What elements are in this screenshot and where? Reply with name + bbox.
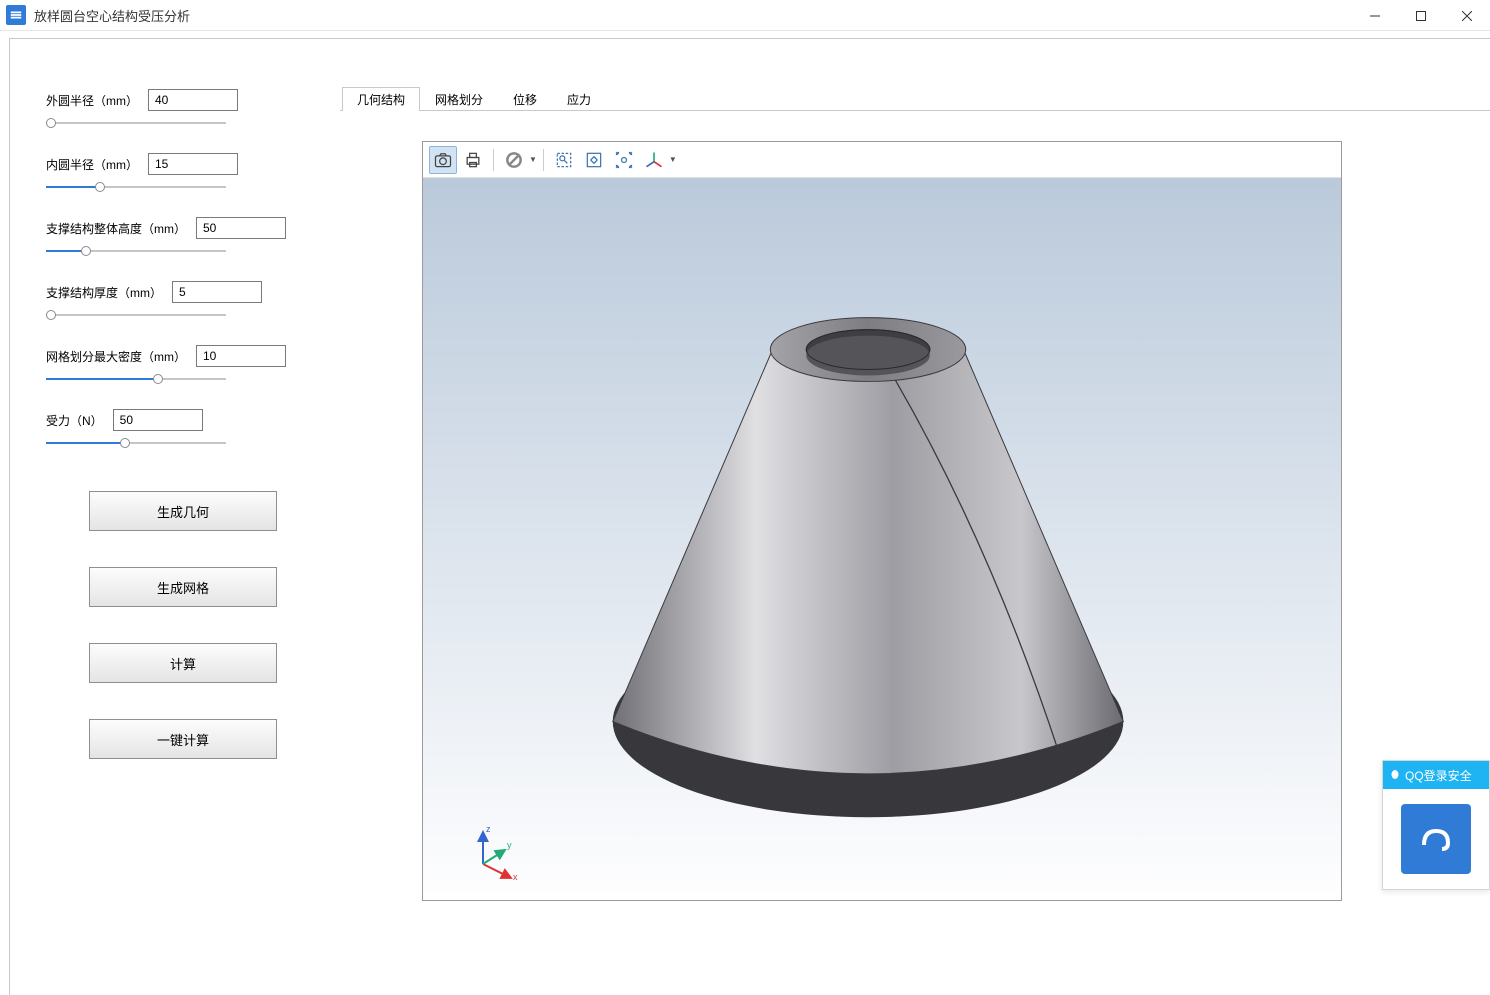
toolbar-separator [493,149,494,171]
param-input[interactable] [113,409,203,431]
window-title: 放样圆台空心结构受压分析 [34,6,190,25]
titlebar: 放样圆台空心结构受压分析 [0,0,1490,31]
fit-tool[interactable] [580,146,608,174]
tab-位移[interactable]: 位移 [498,87,552,111]
param-group: 外圆半径（mm） [46,89,320,131]
param-label: 网格划分最大密度（mm） [46,348,186,365]
param-label: 支撑结构厚度（mm） [46,284,162,301]
param-label: 支撑结构整体高度（mm） [46,220,186,237]
sidebar: 外圆半径（mm） 内圆半径（mm） 支撑结构整体高度（mm） 支撑结构厚度（ [10,39,340,995]
qq-penguin-icon [1389,769,1401,781]
svg-text:z: z [486,824,491,834]
svg-text:y: y [507,840,512,850]
param-slider[interactable] [46,115,226,131]
zoom-box-tool[interactable] [550,146,578,174]
svg-text:x: x [513,872,518,882]
param-slider[interactable] [46,243,226,259]
clear-tool-dropdown[interactable]: ▼ [500,146,537,174]
app-icon [6,5,26,25]
param-label: 受力（N） [46,412,103,429]
main-panel: 几何结构网格划分位移应力 [340,39,1490,995]
param-group: 内圆半径（mm） [46,153,320,195]
param-input[interactable] [172,281,262,303]
viewport-3d[interactable]: ▼ [422,141,1342,901]
param-input[interactable] [148,89,238,111]
tab-应力[interactable]: 应力 [552,87,606,111]
dropdown-arrow-icon: ▼ [529,155,537,164]
param-slider[interactable] [46,435,226,451]
tab-几何结构[interactable]: 几何结构 [342,87,420,111]
dropdown-arrow-icon: ▼ [669,155,677,164]
app-frame: 外圆半径（mm） 内圆半径（mm） 支撑结构整体高度（mm） 支撑结构厚度（ [9,38,1490,995]
cone-render[interactable]: z x y [423,178,1341,900]
print-tool[interactable] [459,146,487,174]
tab-row: 几何结构网格划分位移应力 [340,89,1490,111]
qq-header-label: QQ登录安全 [1405,767,1472,784]
param-group: 支撑结构厚度（mm） [46,281,320,323]
param-slider[interactable] [46,179,226,195]
param-group: 受力（N） [46,409,320,451]
param-input[interactable] [148,153,238,175]
param-input[interactable] [196,217,286,239]
param-label: 内圆半径（mm） [46,156,138,173]
axis-triad: z x y [463,822,523,882]
generate-mesh-button[interactable]: 生成网格 [89,567,277,607]
snapshot-tool[interactable] [429,146,457,174]
param-group: 支撑结构整体高度（mm） [46,217,320,259]
param-label: 外圆半径（mm） [46,92,138,109]
toolbar-separator [543,149,544,171]
tab-网格划分[interactable]: 网格划分 [420,87,498,111]
axes-tool-dropdown[interactable]: ▼ [640,146,677,174]
param-slider[interactable] [46,371,226,387]
param-input[interactable] [196,345,286,367]
maximize-button[interactable] [1398,0,1444,31]
qq-login-widget[interactable]: QQ登录安全 [1382,760,1490,890]
generate-geometry-button[interactable]: 生成几何 [89,491,277,531]
viewport-toolbar: ▼ [423,142,1341,178]
close-button[interactable] [1444,0,1490,31]
qq-logo-icon [1401,804,1471,874]
param-slider[interactable] [46,307,226,323]
one-click-calc-button[interactable]: 一键计算 [89,719,277,759]
minimize-button[interactable] [1352,0,1398,31]
fit-all-tool[interactable] [610,146,638,174]
param-group: 网格划分最大密度（mm） [46,345,320,387]
qq-widget-header: QQ登录安全 [1383,761,1489,789]
calculate-button[interactable]: 计算 [89,643,277,683]
